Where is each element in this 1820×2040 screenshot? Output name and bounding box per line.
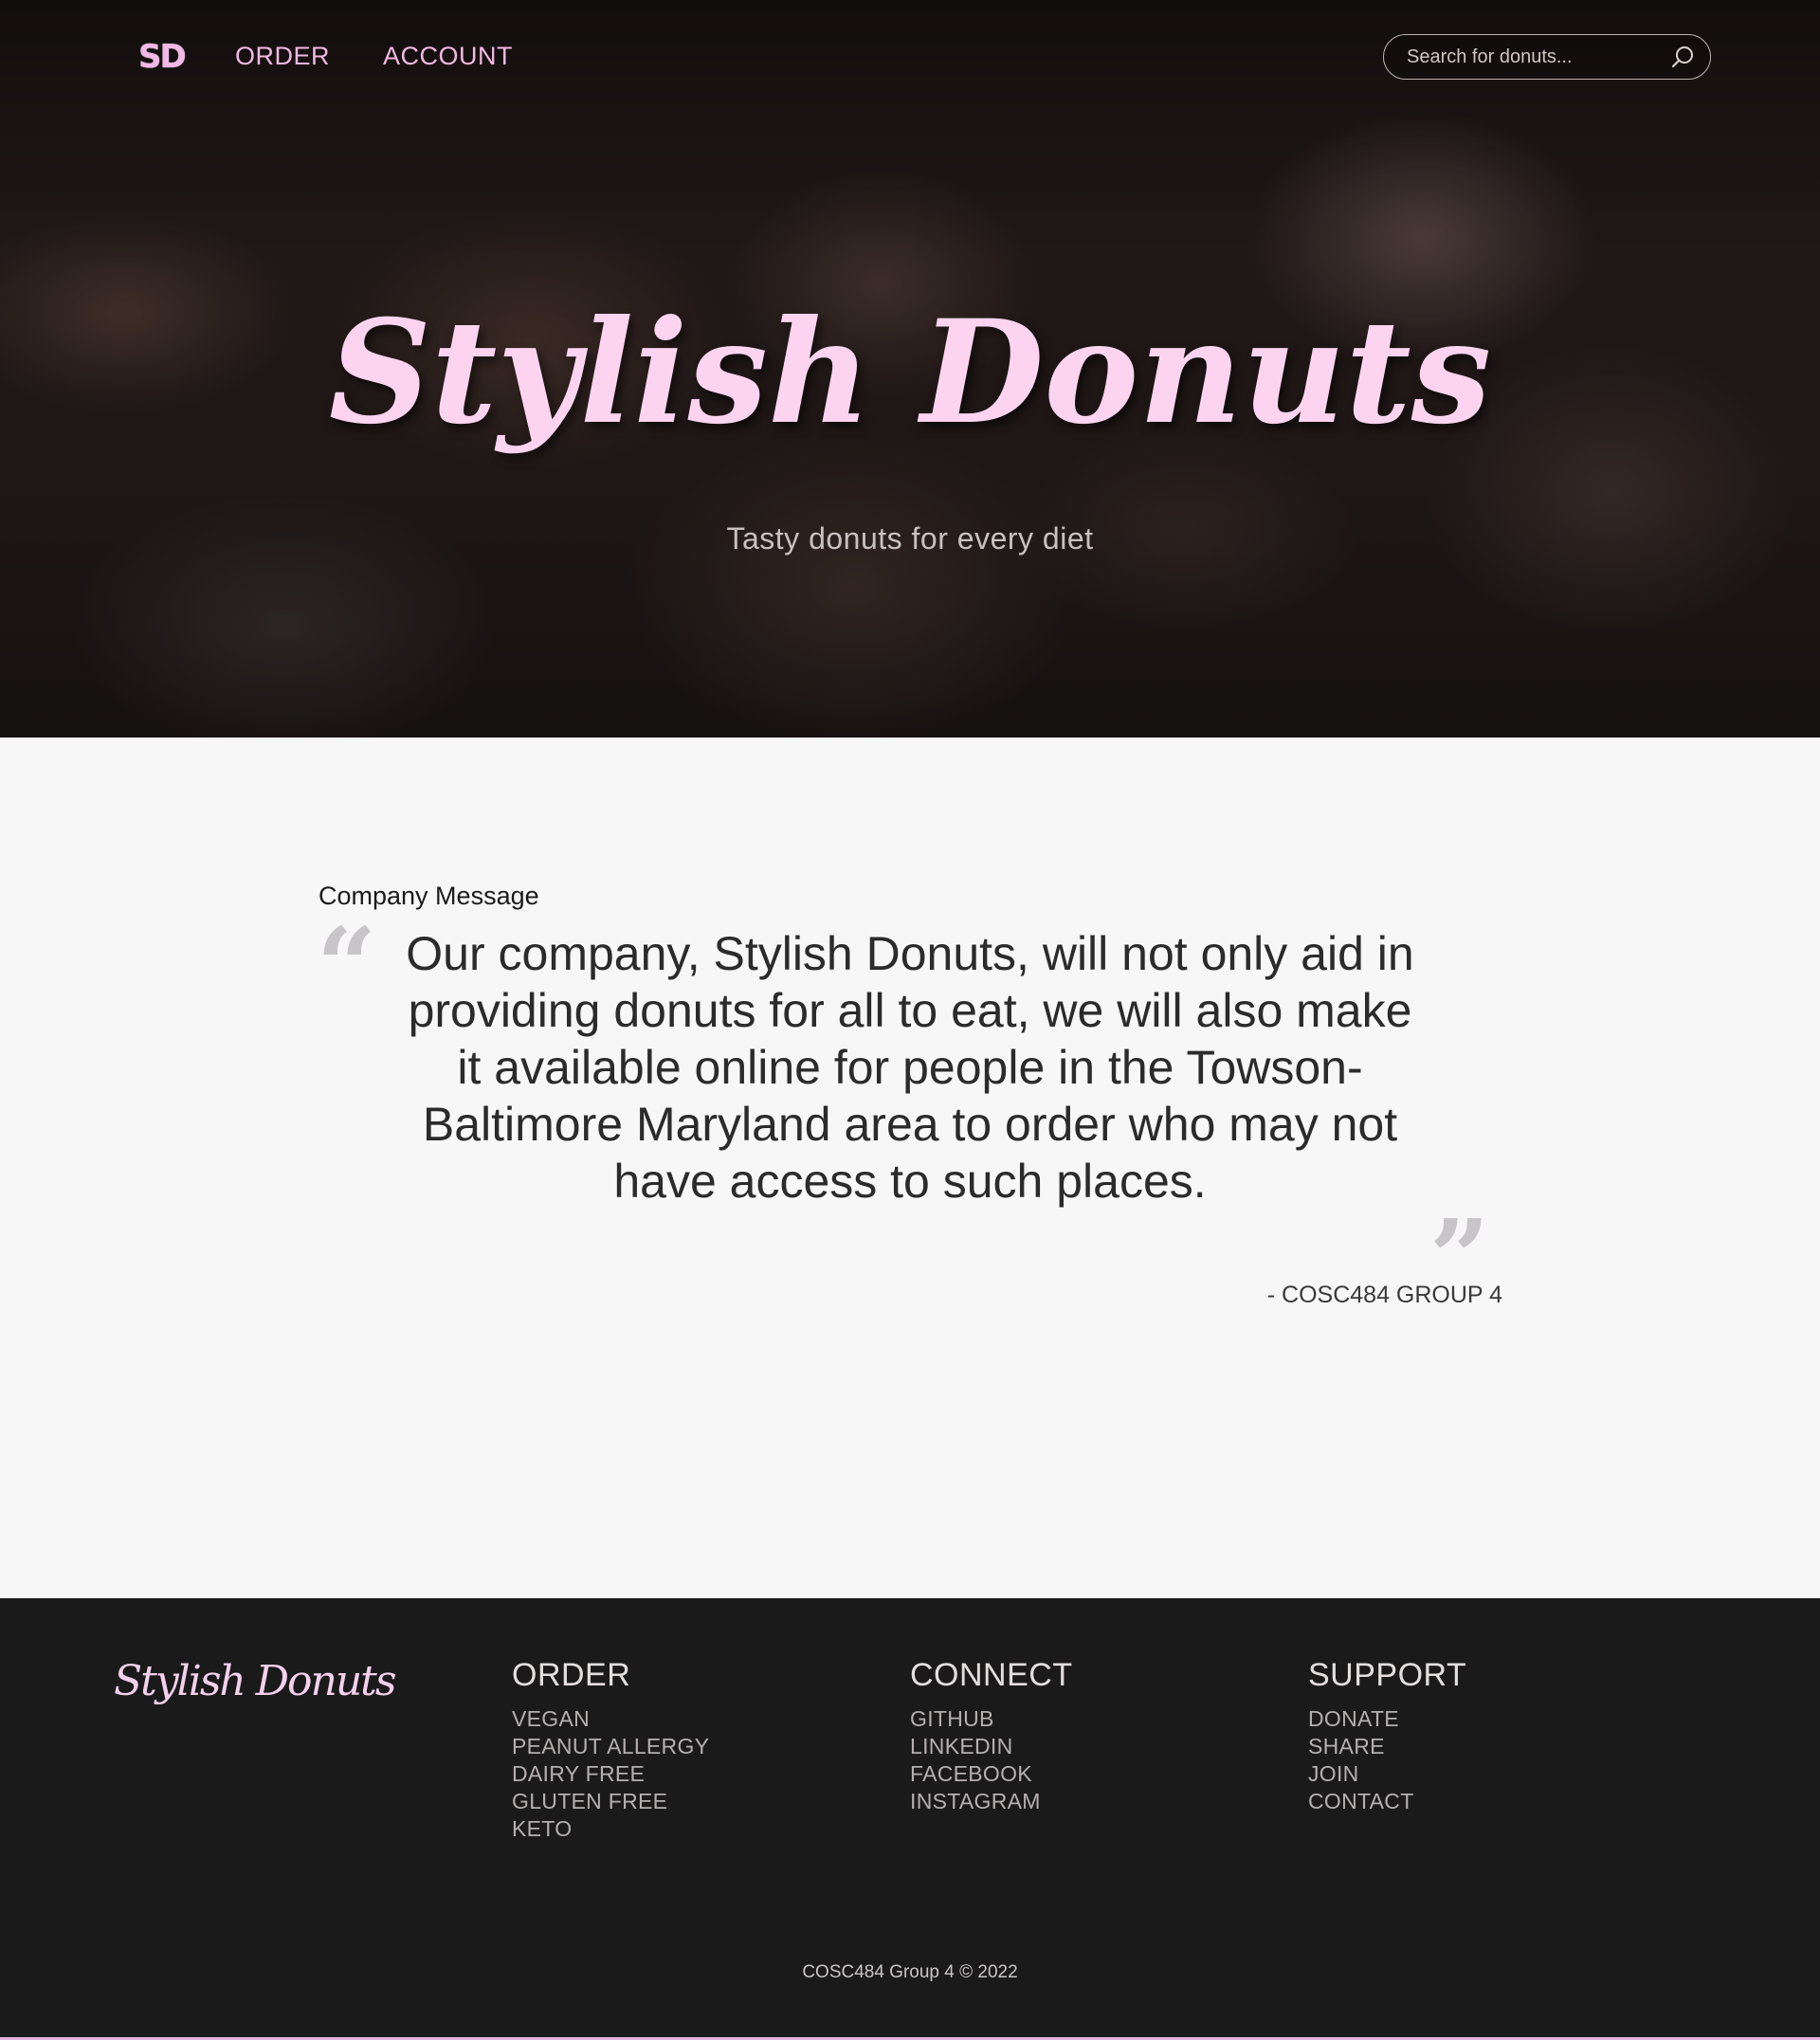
nav-account-link[interactable]: ACCOUNT <box>383 42 513 71</box>
footer-link-instagram[interactable]: INSTAGRAM <box>910 1788 1073 1815</box>
footer-link-facebook[interactable]: FACEBOOK <box>910 1760 1073 1788</box>
hero-title: Stylish Donuts <box>328 289 1492 456</box>
footer-link-keto[interactable]: KETO <box>512 1815 709 1843</box>
company-message-section: Company Message “ Our company, Stylish D… <box>0 738 1820 1598</box>
footer-link-gluten-free[interactable]: GLUTEN FREE <box>512 1788 709 1815</box>
site-footer: Stylish Donuts ORDER VEGAN PEANUT ALLERG… <box>0 1598 1820 2040</box>
footer-link-join[interactable]: JOIN <box>1308 1760 1466 1788</box>
footer-link-vegan[interactable]: VEGAN <box>512 1705 709 1733</box>
logo[interactable]: SD <box>138 38 187 76</box>
nav-order-link[interactable]: ORDER <box>235 42 330 71</box>
company-quote: Our company, Stylish Donuts, will not on… <box>406 927 1414 1208</box>
footer-column-connect: CONNECT GITHUB LINKEDIN FACEBOOK INSTAGR… <box>910 1657 1073 1815</box>
footer-link-linkedin[interactable]: LINKEDIN <box>910 1733 1073 1760</box>
hero-banner: SD ORDER ACCOUNT Stylish Donuts Tasty do… <box>0 0 1820 738</box>
footer-link-donate[interactable]: DONATE <box>1308 1705 1466 1733</box>
search-input[interactable] <box>1407 46 1668 68</box>
footer-heading-order: ORDER <box>512 1657 631 1693</box>
footer-brand-logo[interactable]: Stylish Donuts <box>114 1657 396 1705</box>
footer-link-share[interactable]: SHARE <box>1308 1733 1466 1760</box>
hero-subtitle: Tasty donuts for every diet <box>726 521 1094 556</box>
footer-link-peanut-allergy[interactable]: PEANUT ALLERGY <box>512 1733 709 1760</box>
search-bar <box>1383 34 1711 80</box>
footer-link-github[interactable]: GITHUB <box>910 1705 1073 1733</box>
footer-heading-connect: CONNECT <box>910 1657 1073 1693</box>
search-icon[interactable] <box>1668 43 1697 71</box>
quote-author: - COSC484 GROUP 4 <box>1266 1282 1502 1308</box>
footer-heading-support: SUPPORT <box>1308 1657 1467 1693</box>
footer-column-order: ORDER VEGAN PEANUT ALLERGY DAIRY FREE GL… <box>512 1657 709 1843</box>
open-quote-icon: “ <box>317 904 377 1027</box>
footer-link-contact[interactable]: CONTACT <box>1308 1788 1466 1815</box>
footer-link-dairy-free[interactable]: DAIRY FREE <box>512 1760 709 1788</box>
footer-column-support: SUPPORT DONATE SHARE JOIN CONTACT <box>1308 1657 1466 1815</box>
copyright-text: COSC484 Group 4 © 2022 <box>802 1962 1018 1982</box>
